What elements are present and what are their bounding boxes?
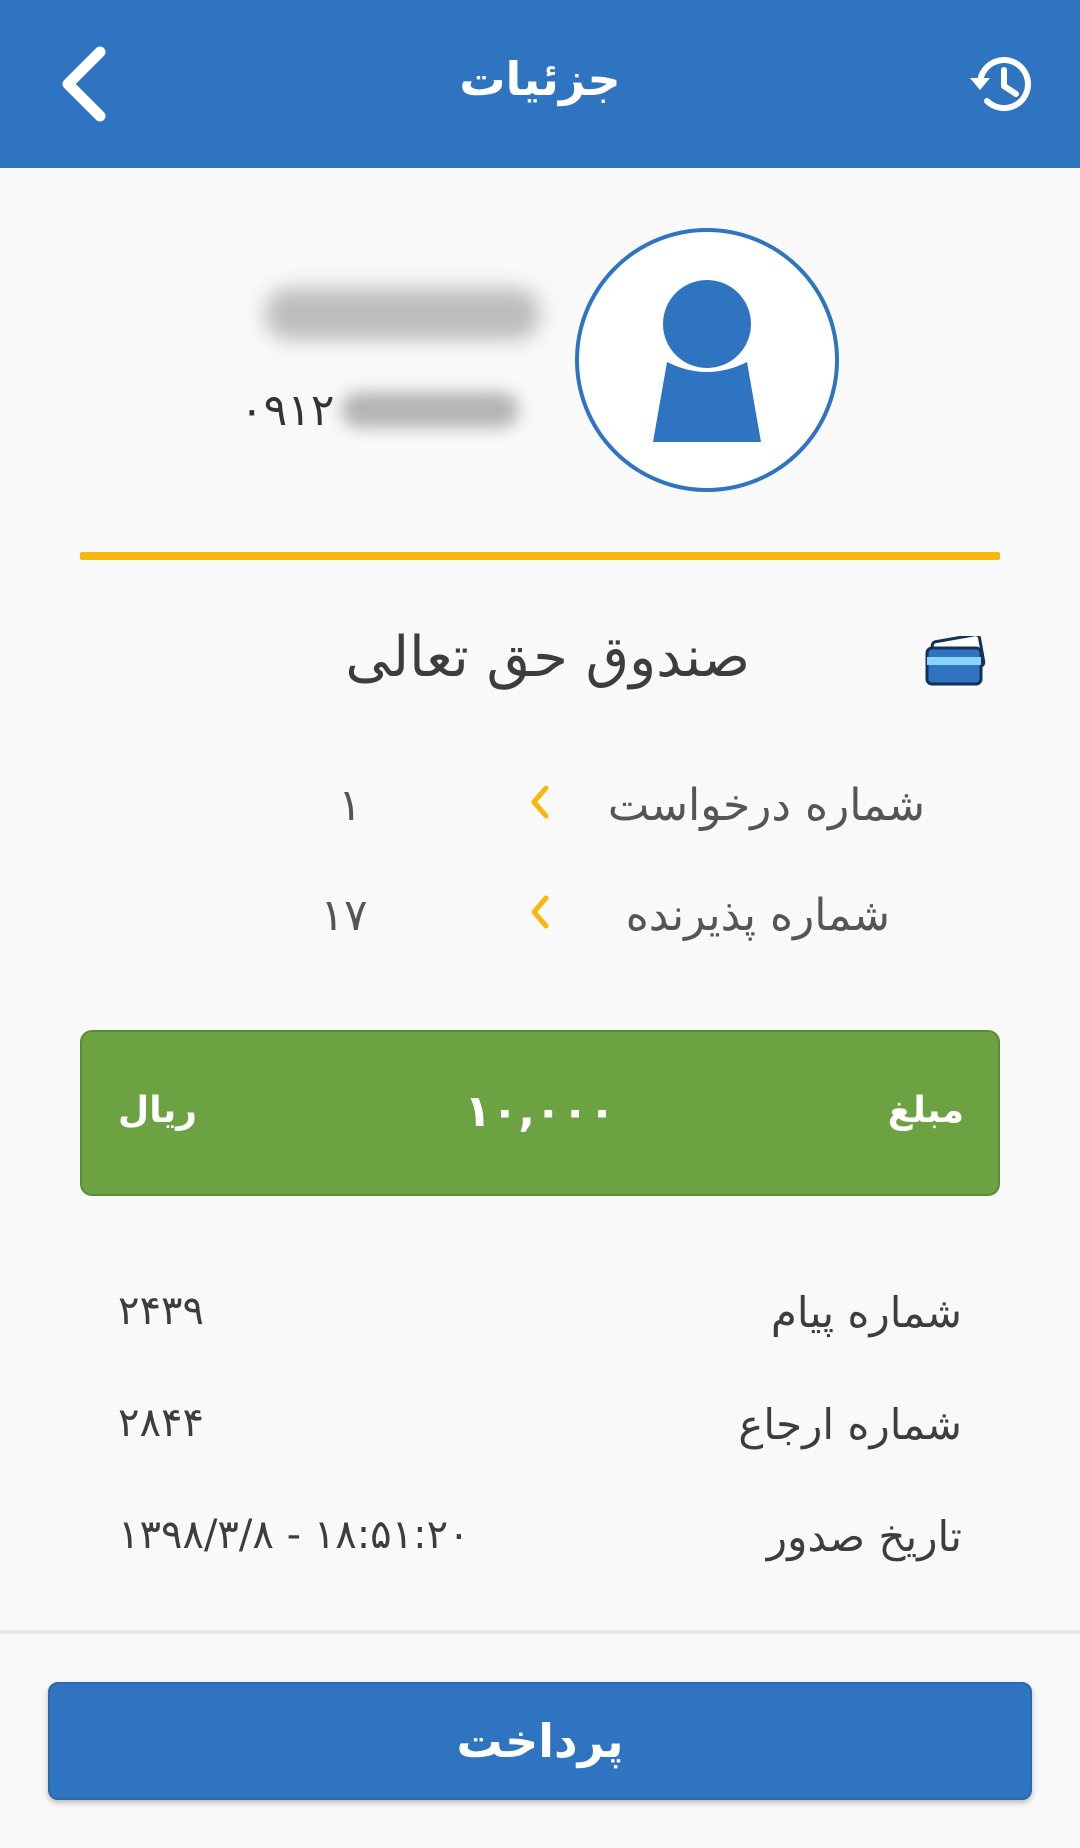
history-icon <box>970 57 1031 112</box>
divider <box>80 552 1000 560</box>
issue-date-label: تاریخ صدور <box>766 1512 962 1561</box>
reference-number-label: شماره ارجاع <box>738 1400 962 1449</box>
footer-divider <box>0 1630 1080 1634</box>
request-number-label: شماره درخواست <box>607 780 925 831</box>
pay-button[interactable]: پرداخت <box>48 1682 1032 1800</box>
blurred-name <box>265 288 540 340</box>
reference-number-value: ۲۸۴۴ <box>118 1400 204 1446</box>
message-number-label: شماره پیام <box>770 1288 962 1337</box>
blurred-phone-digits <box>340 392 519 428</box>
merchant-name: صندوق حق تعالی <box>345 625 750 690</box>
avatar <box>575 228 839 492</box>
amount-value: ۱۰,۰۰۰ <box>464 1086 616 1137</box>
credit-card-icon <box>925 633 986 686</box>
phone-prefix: ۰۹۱۲ <box>240 384 335 436</box>
chevron-left-icon <box>531 895 549 929</box>
request-number-row: شماره درخواست ۱ <box>0 780 1080 840</box>
acceptor-number-label: شماره پذیرنده <box>625 890 890 941</box>
user-avatar-icon <box>653 280 761 442</box>
app-bar: جزئیات <box>0 0 1080 168</box>
issue-date-value: ۱۳۹۸/۳/۸ - ۱۸:۵۱:۲۰ <box>118 1512 470 1558</box>
acceptor-number-value: ۱۷ <box>320 890 368 941</box>
message-number-row: شماره پیام ۲۴۳۹ <box>118 1288 962 1348</box>
merchant-card <box>924 633 986 688</box>
chevron-left-icon <box>531 785 549 819</box>
history-button[interactable] <box>962 44 1042 124</box>
request-number-value: ۱ <box>338 780 362 831</box>
message-number-value: ۲۴۳۹ <box>118 1288 204 1334</box>
page-title: جزئیات <box>459 52 621 106</box>
amount-currency: ریال <box>118 1090 197 1131</box>
acceptor-number-row: شماره پذیرنده ۱۷ <box>0 890 1080 950</box>
issue-date-row: تاریخ صدور ۱۳۹۸/۳/۸ - ۱۸:۵۱:۲۰ <box>118 1512 962 1572</box>
reference-number-row: شماره ارجاع ۲۸۴۴ <box>118 1400 962 1460</box>
phone-number: ۰۹۱۲ <box>240 380 519 440</box>
amount-panel: مبلغ ۱۰,۰۰۰ ریال <box>80 1030 1000 1196</box>
